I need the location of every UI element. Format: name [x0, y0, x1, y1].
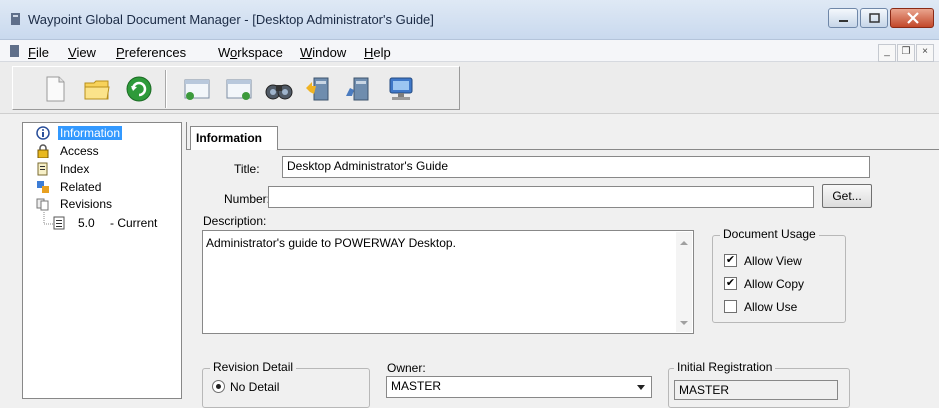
- radio-selected-dot: [216, 384, 221, 389]
- scroll-down-icon[interactable]: [676, 316, 692, 330]
- maximize-button[interactable]: [860, 8, 888, 28]
- close-icon: [907, 12, 919, 24]
- document-menu-icon[interactable]: [10, 44, 20, 58]
- revision-detail-group: [202, 368, 370, 408]
- open-folder-icon[interactable]: [80, 72, 114, 106]
- related-icon: [37, 181, 49, 193]
- scroll-up-icon[interactable]: [676, 236, 692, 250]
- description-scrollbar[interactable]: [676, 232, 692, 332]
- title-label: Title:: [234, 162, 260, 176]
- allow-copy-checkbox[interactable]: ✔: [724, 277, 737, 290]
- owner-value: MASTER: [391, 379, 442, 393]
- minimize-button[interactable]: [828, 8, 858, 28]
- description-label: Description:: [203, 214, 267, 228]
- allow-copy-label: Allow Copy: [744, 277, 805, 291]
- tree-item-label: Revisions: [60, 197, 113, 211]
- menu-view[interactable]: View: [68, 45, 96, 60]
- title-field[interactable]: Desktop Administrator's Guide: [282, 156, 870, 178]
- description-text: Administrator's guide to POWERWAY Deskto…: [206, 236, 456, 250]
- app-icon: [11, 13, 20, 25]
- tree-item-label: Access: [60, 144, 99, 158]
- revision-status: - Current: [110, 216, 158, 230]
- no-detail-label: No Detail: [230, 380, 280, 394]
- index-icon: [37, 162, 48, 176]
- network-icon[interactable]: [384, 72, 418, 106]
- minimize-icon: [839, 20, 848, 22]
- chevron-down-icon[interactable]: [634, 380, 648, 394]
- menu-help[interactable]: Help: [364, 45, 391, 60]
- close-button[interactable]: [890, 8, 934, 28]
- owner-dropdown[interactable]: MASTER: [386, 376, 652, 398]
- get-button[interactable]: Get...: [822, 184, 872, 208]
- menu-workspace[interactable]: Workspace: [218, 45, 283, 60]
- number-field[interactable]: [268, 186, 814, 208]
- mdi-minimize-button[interactable]: _: [878, 44, 896, 62]
- tree-item-label: Information: [58, 126, 123, 140]
- checkin-icon[interactable]: [222, 72, 256, 106]
- revisions-icon: [36, 198, 49, 211]
- document-icon: [53, 216, 65, 230]
- allow-view-checkbox[interactable]: ✔: [724, 254, 737, 267]
- initial-registration-field: MASTER: [674, 380, 838, 400]
- allow-use-checkbox[interactable]: [724, 300, 737, 313]
- document-usage-legend: Document Usage: [720, 227, 819, 241]
- lock-icon: [37, 144, 49, 158]
- menu-window[interactable]: Window: [300, 45, 346, 60]
- new-document-icon[interactable]: [38, 72, 72, 106]
- checkmark-icon: ✔: [725, 254, 736, 266]
- checkout-icon[interactable]: [180, 72, 214, 106]
- mdi-restore-button[interactable]: ❐: [897, 44, 915, 62]
- allow-use-label: Allow Use: [744, 300, 798, 314]
- window-title: Waypoint Global Document Manager - [Desk…: [28, 12, 434, 27]
- tree-item-label: Related: [60, 180, 102, 194]
- initial-registration-legend: Initial Registration: [674, 360, 776, 374]
- toolbar-separator: [165, 70, 167, 108]
- export-icon[interactable]: [342, 72, 376, 106]
- revision-number: 5.0: [78, 216, 95, 230]
- menu-file[interactable]: File: [28, 45, 49, 60]
- refresh-icon[interactable]: [122, 72, 156, 106]
- checkmark-icon: ✔: [725, 277, 736, 289]
- info-icon: [36, 126, 50, 140]
- allow-view-label: Allow View: [744, 254, 802, 268]
- tab-label: Information: [196, 131, 262, 145]
- mdi-close-button[interactable]: ×: [916, 44, 934, 62]
- import-icon[interactable]: [302, 72, 336, 106]
- no-detail-radio[interactable]: [212, 380, 225, 393]
- revision-detail-legend: Revision Detail: [210, 360, 297, 374]
- tree-item-label: Index: [60, 162, 90, 176]
- number-label: Number:: [224, 192, 271, 206]
- owner-label: Owner:: [387, 361, 426, 375]
- menu-preferences[interactable]: Preferences: [116, 45, 186, 60]
- maximize-icon: [869, 13, 880, 23]
- search-binoculars-icon[interactable]: [262, 72, 296, 106]
